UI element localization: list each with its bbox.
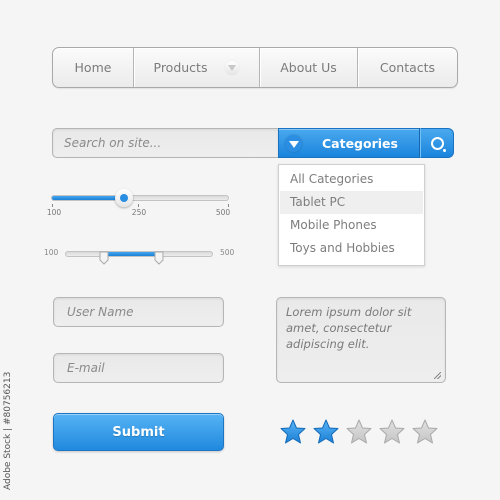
value-slider: 100 250 500 — [47, 188, 231, 218]
slider-handle[interactable] — [114, 189, 133, 207]
slider-tick — [228, 204, 229, 207]
categories-dropdown-button[interactable]: Categories — [278, 128, 420, 158]
username-field[interactable] — [53, 297, 224, 327]
search-bar: Categories — [52, 128, 454, 158]
nav-item-label: Home — [74, 60, 112, 75]
slider-tick-label-mid: 250 — [131, 208, 147, 217]
star-filled-icon[interactable] — [312, 418, 340, 446]
slider-track[interactable] — [51, 195, 229, 201]
main-nav: Home Products About Us Contacts — [52, 47, 458, 88]
nav-item-label: About Us — [280, 60, 337, 75]
star-rating — [279, 418, 439, 446]
nav-item-products[interactable]: Products — [134, 48, 260, 87]
search-input[interactable] — [52, 128, 278, 158]
slider-tick-label-min: 100 — [46, 208, 62, 217]
slider-tick — [137, 204, 139, 207]
chevron-down-icon — [285, 134, 302, 152]
categories-dropdown-menu: All Categories Tablet PC Mobile Phones T… — [278, 164, 425, 266]
nav-item-label: Contacts — [379, 60, 436, 75]
submit-label: Submit — [112, 424, 165, 440]
watermark-text: Adobe Stock | #80756213 — [3, 371, 13, 490]
textarea-content: Lorem ipsum dolor sit amet, consectetur … — [286, 305, 412, 351]
star-empty-icon[interactable] — [411, 418, 439, 446]
search-button[interactable] — [420, 128, 454, 158]
categories-label: Categories — [322, 135, 398, 151]
nav-item-about-us[interactable]: About Us — [260, 48, 358, 87]
range-track[interactable] — [65, 251, 213, 265]
star-filled-icon[interactable] — [279, 418, 307, 446]
submit-button[interactable]: Submit — [53, 413, 224, 451]
chevron-down-icon — [225, 60, 240, 75]
range-handle-high[interactable] — [154, 251, 164, 265]
dropdown-item-mobile-phones[interactable]: Mobile Phones — [280, 214, 423, 237]
nav-item-contacts[interactable]: Contacts — [358, 48, 457, 87]
slider-tick — [52, 204, 53, 207]
slider-tick-label-max: 500 — [215, 208, 231, 217]
nav-item-label: Products — [153, 60, 208, 75]
dropdown-item-toys-and-hobbies[interactable]: Toys and Hobbies — [280, 237, 423, 260]
dropdown-item-tablet-pc[interactable]: Tablet PC — [280, 191, 423, 214]
star-empty-icon[interactable] — [345, 418, 373, 446]
resize-grip-icon[interactable] — [434, 372, 441, 379]
email-field[interactable] — [53, 353, 224, 383]
nav-item-home[interactable]: Home — [53, 48, 134, 87]
dropdown-item-all-categories[interactable]: All Categories — [280, 168, 423, 191]
range-min-label: 100 — [44, 248, 59, 257]
range-slider: 100 500 — [44, 244, 236, 265]
message-textarea[interactable]: Lorem ipsum dolor sit amet, consectetur … — [276, 297, 446, 383]
range-fill — [104, 252, 160, 256]
search-icon — [430, 136, 446, 152]
range-handle-low[interactable] — [99, 251, 109, 265]
star-empty-icon[interactable] — [378, 418, 406, 446]
range-max-label: 500 — [220, 248, 235, 257]
